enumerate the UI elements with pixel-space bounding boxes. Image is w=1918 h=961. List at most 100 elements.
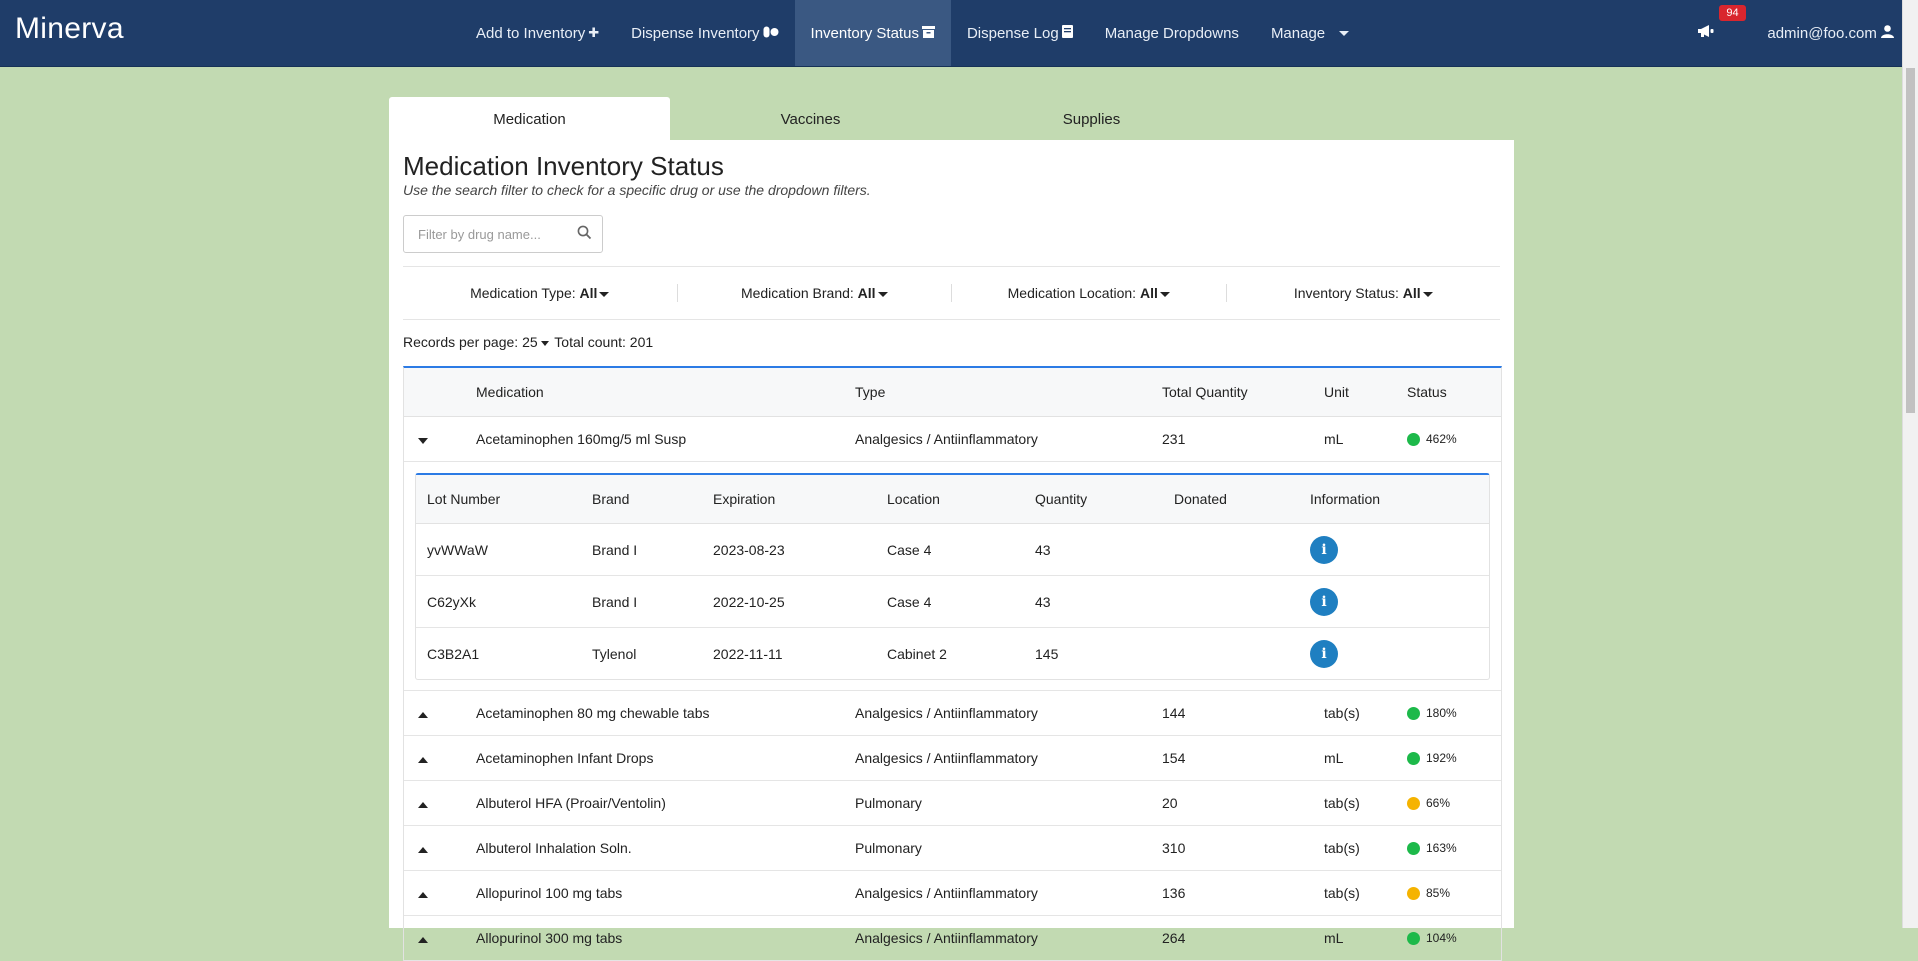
lot-table: Lot Number Brand Expiration Location Qua… <box>415 473 1490 680</box>
status-percent: 163% <box>1426 841 1457 855</box>
expand-toggle-icon[interactable] <box>418 847 428 853</box>
status-percent: 192% <box>1426 751 1457 765</box>
page-subtitle: Use the search filter to check for a spe… <box>403 182 871 198</box>
unit: mL <box>1324 930 1344 946</box>
medication-type: Analgesics / Antiinflammatory <box>855 705 1038 721</box>
expand-toggle-icon[interactable] <box>418 757 428 763</box>
chevron-down-icon <box>1422 291 1433 297</box>
nav-manage-dropdowns[interactable]: Manage Dropdowns <box>1089 0 1255 66</box>
lot-brand: Tylenol <box>592 645 637 662</box>
page-scrollbar[interactable] <box>1902 0 1918 928</box>
user-menu[interactable]: admin@foo.com <box>1767 25 1894 42</box>
collapse-toggle-icon[interactable] <box>418 438 428 444</box>
total-quantity: 310 <box>1162 840 1186 856</box>
nav-label: Add to Inventory <box>476 24 586 42</box>
filter-medication-brand[interactable]: Medication Brand: All <box>678 284 952 302</box>
megaphone-icon <box>1697 23 1715 42</box>
lot-row: yvWWaW Brand I 2023-08-23 Case 4 43 i <box>416 524 1489 576</box>
lot-location: Case 4 <box>887 541 932 558</box>
medication-name: Acetaminophen 160mg/5 ml Susp <box>476 431 687 447</box>
table-row[interactable]: Albuterol HFA (Proair/Ventolin) Pulmonar… <box>404 781 1501 826</box>
header-medication[interactable]: Medication <box>476 384 855 400</box>
table-row[interactable]: Albuterol Inhalation Soln. Pulmonary 310… <box>404 826 1501 871</box>
brand-logo[interactable]: Minerva <box>15 12 124 46</box>
lot-expiration: 2022-10-25 <box>713 593 785 610</box>
header-quantity: Quantity <box>1035 491 1088 507</box>
chevron-down-icon <box>1159 291 1170 297</box>
status-percent: 85% <box>1426 886 1451 900</box>
status-dot <box>1407 796 1420 810</box>
medication-name: Albuterol Inhalation Soln. <box>476 840 632 856</box>
filter-medication-location[interactable]: Medication Location: All <box>952 284 1227 302</box>
lot-details: Lot Number Brand Expiration Location Qua… <box>404 462 1501 691</box>
filter-medication-type[interactable]: Medication Type: All <box>403 284 678 302</box>
filter-inventory-status[interactable]: Inventory Status: All <box>1227 284 1501 302</box>
medication-type: Analgesics / Antiinflammatory <box>855 750 1038 766</box>
notifications-button[interactable]: 94 <box>1697 5 1746 43</box>
header-total-quantity[interactable]: Total Quantity <box>1162 384 1324 400</box>
expand-toggle-icon[interactable] <box>418 937 428 943</box>
expand-toggle-icon[interactable] <box>418 712 428 718</box>
unit: tab(s) <box>1324 885 1360 901</box>
records-per-page-select[interactable]: 25 <box>522 334 551 350</box>
total-quantity: 20 <box>1162 795 1178 811</box>
lot-location: Cabinet 2 <box>887 645 947 662</box>
filter-label: Medication Type: <box>470 285 576 301</box>
chevron-down-icon <box>540 340 549 346</box>
lot-table-header: Lot Number Brand Expiration Location Qua… <box>416 475 1489 524</box>
search-input[interactable] <box>404 216 592 252</box>
expand-toggle-icon[interactable] <box>418 802 428 808</box>
unit: tab(s) <box>1324 705 1360 721</box>
scrollbar-thumb[interactable] <box>1906 68 1915 413</box>
records-per-page-value: 25 <box>522 334 538 350</box>
nav-dispense-inventory[interactable]: Dispense Inventory <box>615 0 794 66</box>
medication-type: Analgesics / Antiinflammatory <box>855 431 1038 447</box>
header-status[interactable]: Status <box>1407 384 1501 400</box>
medication-name: Allopurinol 100 mg tabs <box>476 885 623 901</box>
total-quantity: 264 <box>1162 930 1186 946</box>
header-unit[interactable]: Unit <box>1324 384 1407 400</box>
table-row[interactable]: Allopurinol 300 mg tabs Analgesics / Ant… <box>404 916 1501 961</box>
table-row[interactable]: Allopurinol 100 mg tabs Analgesics / Ant… <box>404 871 1501 916</box>
info-icon[interactable]: i <box>1310 639 1338 668</box>
status-percent: 180% <box>1426 706 1457 720</box>
medication-type: Pulmonary <box>855 840 922 856</box>
table-header: Medication Type Total Quantity Unit Stat… <box>404 368 1501 417</box>
info-icon[interactable]: i <box>1310 535 1338 564</box>
tab-medication[interactable]: Medication <box>389 97 670 141</box>
total-quantity: 136 <box>1162 885 1186 901</box>
table-row[interactable]: Acetaminophen Infant Drops Analgesics / … <box>404 736 1501 781</box>
table-row[interactable]: Acetaminophen 80 mg chewable tabs Analge… <box>404 691 1501 736</box>
inventory-tabs: Medication Vaccines Supplies <box>389 97 1514 141</box>
nav-inventory-status[interactable]: Inventory Status <box>794 0 951 66</box>
book-icon <box>1061 25 1073 41</box>
lot-expiration: 2022-11-11 <box>713 645 783 662</box>
table-row[interactable]: Acetaminophen 160mg/5 ml Susp Analgesics… <box>404 417 1501 462</box>
nav-add-to-inventory[interactable]: Add to Inventory ✚ <box>460 0 615 66</box>
header-type[interactable]: Type <box>855 384 1162 400</box>
chevron-down-icon <box>599 291 610 297</box>
tab-supplies[interactable]: Supplies <box>951 97 1232 141</box>
header-expiration: Expiration <box>713 491 776 507</box>
filter-value: All <box>857 285 876 301</box>
nav-manage-menu[interactable]: Manage <box>1255 0 1365 66</box>
header-location: Location <box>887 491 940 507</box>
nav-label: Dispense Log <box>966 24 1059 42</box>
status-dot <box>1407 931 1420 945</box>
medication-type: Analgesics / Antiinflammatory <box>855 885 1038 901</box>
filter-value: All <box>1402 285 1421 301</box>
nav-label: Manage <box>1270 24 1326 42</box>
header-brand: Brand <box>592 491 630 507</box>
tab-vaccines[interactable]: Vaccines <box>670 97 951 141</box>
lot-location: Case 4 <box>887 593 932 610</box>
lot-row: C3B2A1 Tylenol 2022-11-11 Cabinet 2 145 … <box>416 628 1489 679</box>
info-icon[interactable]: i <box>1310 587 1338 616</box>
search-icon[interactable] <box>577 225 592 245</box>
medication-name: Acetaminophen 80 mg chewable tabs <box>476 705 710 721</box>
nav-label: Dispense Inventory <box>631 24 760 42</box>
expand-toggle-icon[interactable] <box>418 892 428 898</box>
nav-dispense-log[interactable]: Dispense Log <box>951 0 1089 66</box>
lot-number: C62yXk <box>427 593 477 610</box>
filter-label: Inventory Status: <box>1293 285 1399 301</box>
unit: mL <box>1324 750 1344 766</box>
